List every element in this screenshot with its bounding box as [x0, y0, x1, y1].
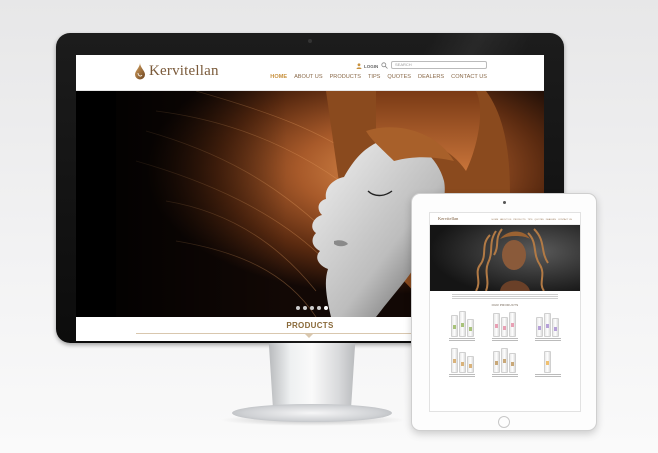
tablet-nav-quotes[interactable]: QUOTES: [535, 219, 544, 221]
tablet-nav-contact[interactable]: CONTACT US: [558, 219, 572, 221]
tablet-nav-home[interactable]: HOME: [492, 219, 499, 221]
tablet-nav-about[interactable]: ABOUT US: [500, 219, 511, 221]
monitor-base: [232, 404, 392, 422]
drop-logo-icon: [135, 63, 145, 80]
tablet-nav-tips[interactable]: TIPS: [528, 219, 533, 221]
product-caption: [449, 374, 476, 378]
user-icon: [356, 63, 362, 69]
slider-dot-active[interactable]: [324, 306, 328, 310]
tablet-nav-products[interactable]: PRODUCTS: [513, 219, 525, 221]
tablet-brand[interactable]: Kervitellan: [438, 216, 458, 221]
tablet-device: Kervitellan HOME ABOUT US PRODUCTS TIPS …: [411, 193, 597, 431]
tablet-intro-text: [452, 294, 558, 300]
product-card[interactable]: [446, 311, 479, 342]
product-card[interactable]: [489, 311, 522, 342]
tablet-screen: Kervitellan HOME ABOUT US PRODUCTS TIPS …: [429, 212, 581, 412]
tablet-camera: [503, 201, 506, 204]
nav-about-us[interactable]: ABOUT US: [294, 74, 323, 80]
search-area: SEARCH: [381, 61, 487, 69]
nav-contact-us[interactable]: CONTACT US: [451, 74, 487, 80]
main-nav: HOME ABOUT US PRODUCTS TIPS QUOTES DEALE…: [270, 74, 487, 80]
product-card[interactable]: [531, 347, 564, 378]
tablet-nav-dealers[interactable]: DEALERS: [546, 219, 556, 221]
tablet-nav: HOME ABOUT US PRODUCTS TIPS QUOTES DEALE…: [492, 219, 572, 221]
tablet-home-button[interactable]: [498, 416, 510, 428]
section-notch: [304, 333, 314, 338]
login-link[interactable]: LOGIN: [356, 63, 378, 69]
product-caption: [491, 338, 518, 342]
nav-home[interactable]: HOME: [270, 74, 287, 80]
brand-name: Kervitellan: [149, 63, 219, 79]
product-card[interactable]: [531, 311, 564, 342]
monitor-camera: [308, 39, 312, 43]
tablet-hero-image: [430, 225, 580, 291]
nav-tips[interactable]: TIPS: [368, 74, 380, 80]
tablet-hero: [430, 225, 580, 291]
slider-dot[interactable]: [296, 306, 300, 310]
nav-products[interactable]: PRODUCTS: [330, 74, 361, 80]
slider-dots: [296, 306, 328, 310]
product-caption: [534, 374, 561, 378]
product-caption: [491, 374, 518, 378]
site-header: Kervitellan LOGIN SEARCH HOME ABOUT US P…: [76, 55, 544, 91]
slider-dot[interactable]: [303, 306, 307, 310]
slider-dot[interactable]: [317, 306, 321, 310]
tablet-site-header: Kervitellan HOME ABOUT US PRODUCTS TIPS …: [430, 213, 580, 225]
login-label: LOGIN: [364, 63, 379, 69]
monitor-stand: [268, 343, 356, 411]
nav-quotes[interactable]: QUOTES: [387, 74, 411, 80]
product-caption: [534, 338, 561, 342]
product-caption: [449, 338, 476, 342]
site-logo[interactable]: Kervitellan: [134, 63, 219, 80]
product-card[interactable]: [489, 347, 522, 378]
nav-dealers[interactable]: DEALERS: [418, 74, 444, 80]
search-icon[interactable]: [381, 61, 388, 69]
search-input[interactable]: SEARCH: [391, 61, 487, 69]
slider-dot[interactable]: [310, 306, 314, 310]
tablet-product-grid: [430, 307, 580, 378]
product-card[interactable]: [446, 347, 479, 378]
